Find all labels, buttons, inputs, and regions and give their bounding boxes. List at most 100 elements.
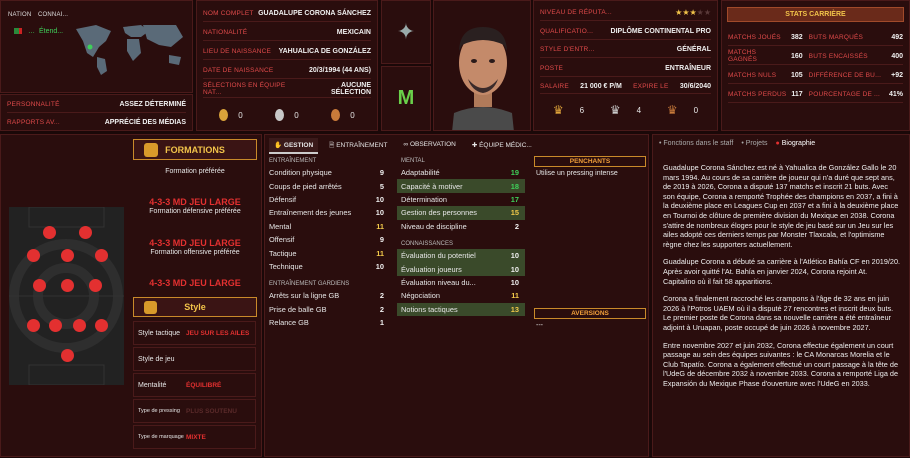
attribute-row[interactable]: Négociation 11 xyxy=(397,289,525,302)
stat-value: 382 xyxy=(790,33,803,41)
attribute-row[interactable]: Mental 11 xyxy=(265,220,390,233)
reports-value: APPRÉCIÉ DES MÉDIAS xyxy=(104,118,186,126)
formations-title: FORMATIONS xyxy=(165,144,225,155)
bio-paragraph: Guadalupe Corona a débuté sa carrière à … xyxy=(663,257,901,286)
tab-scouting[interactable]: ∞ OBSERVATION xyxy=(399,138,461,154)
player-position-dot[interactable] xyxy=(43,226,56,239)
attribute-value: 5 xyxy=(379,181,384,191)
attribute-row[interactable]: Coups de pied arrêtés 5 xyxy=(265,179,390,192)
attribute-row[interactable]: Tactique 11 xyxy=(265,246,390,259)
hand-icon: ✋ xyxy=(274,142,284,149)
player-position-dot[interactable] xyxy=(61,349,74,362)
tab-staff-roles[interactable]: • Fonctions dans le staff xyxy=(659,140,733,147)
player-position-dot[interactable] xyxy=(27,249,40,262)
play-style-row[interactable]: Style de jeu xyxy=(133,347,256,371)
attribute-row[interactable]: Prise de balle GB 2 xyxy=(265,303,390,316)
attribute-row[interactable]: Arrêts sur la ligne GB 2 xyxy=(265,289,390,302)
club-eagle-icon: ✦ xyxy=(396,19,416,44)
bronze-medal-icon xyxy=(331,109,341,121)
formations-header[interactable]: FORMATIONS xyxy=(133,139,257,160)
attribute-row[interactable]: Évaluation du potentiel 10 xyxy=(397,248,525,263)
player-position-dot[interactable] xyxy=(95,249,108,262)
attribute-row[interactable]: Adaptabilité 19 xyxy=(397,166,525,179)
tab-biography[interactable]: ● Biographie xyxy=(776,140,816,147)
stats-row: MATCHS GAGNÉS 160 BUTS ENCAISSÉS 400 xyxy=(728,48,903,65)
info-value: GUADALUPE CORONA SÁNCHEZ xyxy=(258,9,371,17)
expire-value: 30/6/2040 xyxy=(679,82,711,90)
career-row: NIVEAU DE RÉPUTA... ★★★★★ xyxy=(540,5,711,21)
info-row: NOM COMPLET GUADALUPE CORONA SÁNCHEZ xyxy=(203,5,371,22)
off-formation-label: Formation offensive préférée xyxy=(150,249,240,256)
attributes-panel: ✋ GESTION 🗎 ENTRAÎNEMENT ∞ OBSERVATION ✚… xyxy=(264,134,649,457)
personality-label: PERSONNALITÉ xyxy=(7,101,60,108)
player-position-dot[interactable] xyxy=(95,319,108,332)
attribute-name: Adaptabilité xyxy=(401,168,440,178)
attribute-row[interactable]: Évaluation niveau du... 10 xyxy=(397,276,525,289)
player-position-dot[interactable] xyxy=(61,249,74,262)
attribute-row[interactable]: Défensif 10 xyxy=(265,193,390,206)
tab-training[interactable]: 🗎 ENTRAÎNEMENT xyxy=(324,138,392,154)
attribute-value: 11 xyxy=(376,221,384,231)
attribute-row[interactable]: Notions tactiques 13 xyxy=(397,302,525,316)
tactic-style-row[interactable]: Style tactique JEU SUR LES AILES xyxy=(133,321,256,345)
training-heading: ENTRAÎNEMENT xyxy=(269,158,317,164)
attribute-value: 10 xyxy=(510,264,519,274)
info-label: DATE DE NAISSANCE xyxy=(203,66,274,74)
gk-heading: ENTRAÎNEMENT GARDIENS xyxy=(269,281,350,288)
attribute-value: 2 xyxy=(514,221,519,231)
attribute-name: Arrêts sur la ligne GB xyxy=(269,291,340,301)
info-row: SÉLECTIONS EN ÉQUIPE NAT... AUCUNE SÉLECT… xyxy=(203,81,371,98)
nationality-label: CONNAI... xyxy=(38,12,69,18)
stat-label: BUTS ENCAISSÉS xyxy=(808,52,868,60)
stat-value: 105 xyxy=(790,71,803,79)
tab-projects[interactable]: • Projets xyxy=(741,140,767,147)
player-position-dot[interactable] xyxy=(33,279,46,292)
biography-text: Guadalupe Corona Sánchez est né à Yahual… xyxy=(663,163,901,454)
attribute-value: 11 xyxy=(376,248,384,258)
nation-label: NATION xyxy=(8,12,32,18)
player-position-dot[interactable] xyxy=(73,319,86,332)
attribute-name: Gestion des personnes xyxy=(401,208,478,218)
attribute-row[interactable]: Détermination 17 xyxy=(397,193,525,206)
attribute-row[interactable]: Capacité à motiver 18 xyxy=(397,179,525,193)
tab-training-label: ENTRAÎNEMENT xyxy=(336,142,388,149)
info-value: YAHUALICA DE GONZÁLEZ xyxy=(278,47,371,55)
player-position-dot[interactable] xyxy=(61,279,74,292)
attribute-row[interactable]: Technique 10 xyxy=(265,260,390,273)
medal-count: 0 xyxy=(294,110,299,120)
play-style-label: Style de jeu xyxy=(138,355,175,363)
stats-row: MATCHS JOUÉS 382 BUTS MARQUÉS 492 xyxy=(728,29,903,46)
attribute-row[interactable]: Relance GB 1 xyxy=(265,316,390,329)
attribute-name: Condition physique xyxy=(269,168,332,178)
attribute-row[interactable]: Niveau de discipline 2 xyxy=(397,220,525,233)
tab-medical[interactable]: ✚ ÉQUIPE MÉDIC... xyxy=(467,138,537,154)
player-position-dot[interactable] xyxy=(79,226,92,239)
player-position-dot[interactable] xyxy=(49,319,62,332)
attribute-row[interactable]: Évaluation joueurs 10 xyxy=(397,262,525,276)
attribute-row[interactable]: Entraînement des jeunes 10 xyxy=(265,206,390,219)
tab-gestion[interactable]: ✋ GESTION xyxy=(269,138,319,154)
attribute-name: Défensif xyxy=(269,194,297,204)
info-row: LIEU DE NAISSANCE YAHUALICA DE GONZÁLEZ xyxy=(203,43,371,60)
attribute-row[interactable]: Offensif 9 xyxy=(265,233,390,246)
attribute-name: Entraînement des jeunes xyxy=(269,208,352,218)
pressing-row[interactable]: Type de pressing PLUS SOUTENU xyxy=(133,399,256,423)
stat-label: DIFFÉRENCE DE BU... xyxy=(808,71,882,79)
tab-scouting-label: OBSERVATION xyxy=(409,141,456,148)
pref-formation-label: Formation préférée xyxy=(165,168,225,175)
stats-panel: STATS CARRIÈRE MATCHS JOUÉS 382 BUTS MARQU… xyxy=(721,0,910,131)
attribute-row[interactable]: Gestion des personnes 15 xyxy=(397,206,525,220)
mentality-row[interactable]: Mentalité ÉQUILIBRÉ xyxy=(133,373,256,397)
attribute-value: 10 xyxy=(510,251,519,261)
biography-panel: • Fonctions dans le staff • Projets ● Bi… xyxy=(652,134,910,457)
player-position-dot[interactable] xyxy=(89,279,102,292)
style-header[interactable]: Style xyxy=(133,297,257,317)
attribute-value: 19 xyxy=(510,168,519,178)
personality-value: ASSEZ DÉTERMINÉ xyxy=(119,101,186,108)
career-label: STYLE D'ENTR... xyxy=(540,46,595,53)
marking-row[interactable]: Type de marquage MIXTE xyxy=(133,425,256,449)
info-label: NOM COMPLET xyxy=(203,9,254,17)
career-label: NIVEAU DE RÉPUTA... xyxy=(540,9,612,16)
attribute-row[interactable]: Condition physique 9 xyxy=(265,166,390,179)
player-position-dot[interactable] xyxy=(27,319,40,332)
